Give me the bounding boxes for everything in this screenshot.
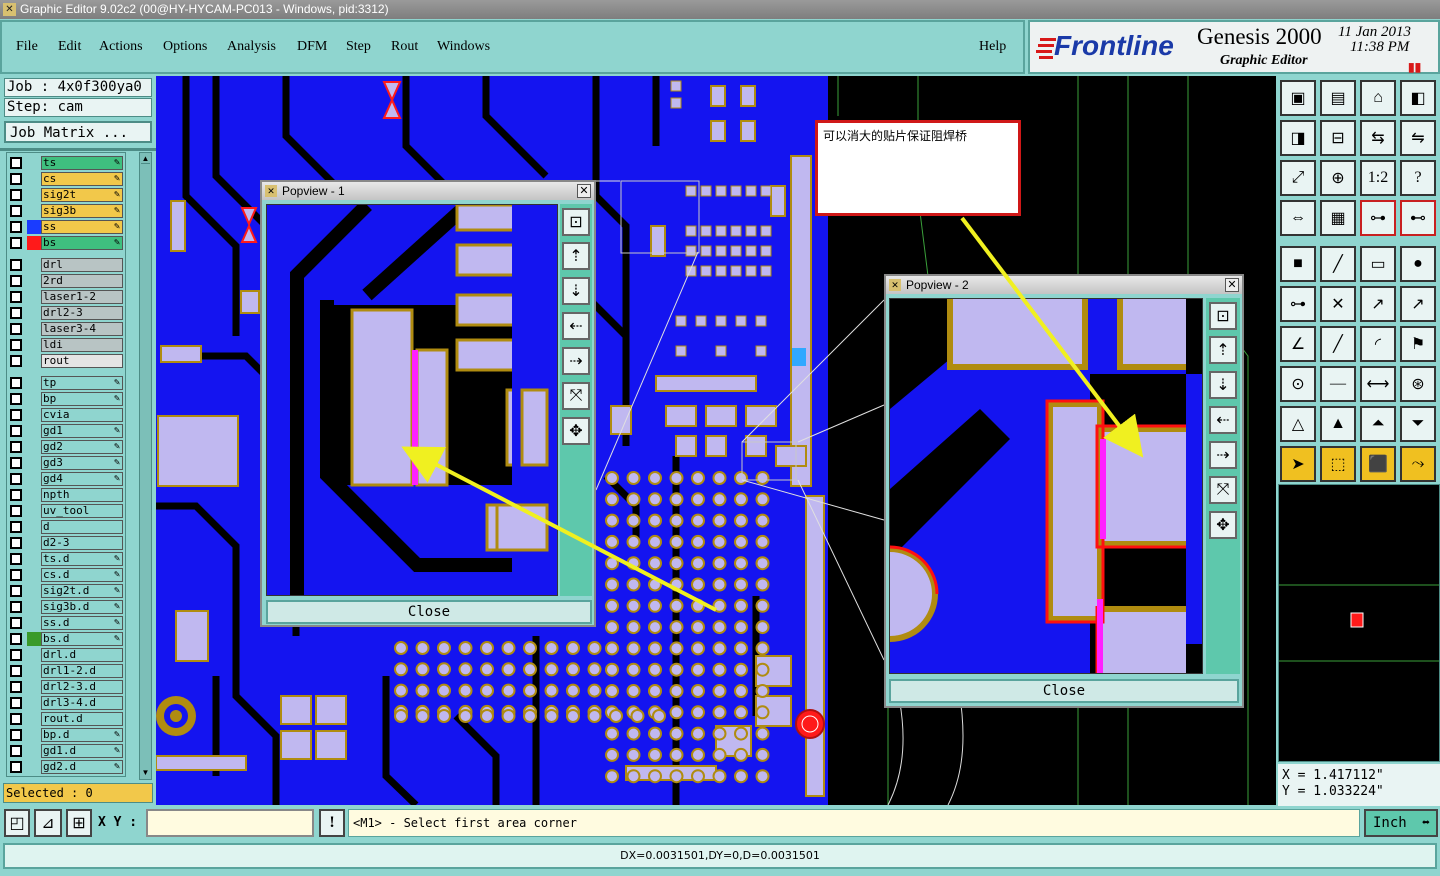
close-icon[interactable]: ✕ — [1225, 278, 1239, 292]
popview-1-titlebar[interactable]: ✕ Popview - 1 ✕ — [262, 182, 594, 200]
close-icon[interactable]: ✕ — [577, 184, 591, 198]
zoom-fit-icon[interactable]: ⊡ — [1209, 302, 1237, 330]
circle-icon[interactable]: ● — [1400, 246, 1436, 282]
pan-up-icon[interactable]: ⇡ — [562, 242, 590, 270]
tape-icon[interactable]: ▭ — [1360, 246, 1396, 282]
popview-1-toolbar: ⊡ ⇡ ⇣ ⇠ ⇢ ⤧ ✥ — [560, 204, 592, 596]
bottom-bar: ◰ ⊿ ⊞ X Y : ! <M1> - Select first area c… — [0, 806, 1440, 876]
popview-1-window: ✕ Popview - 1 ✕ ⊡ ⇡ ⇣ ⇠ ⇢ ⤧ ✥ Close — [260, 180, 596, 627]
y-coordinate: Y = 1.033224" — [1282, 784, 1384, 799]
popview-1-canvas[interactable] — [266, 204, 558, 596]
zoom-in-icon[interactable]: ✥ — [562, 417, 590, 445]
snap-icon[interactable]: ◰ — [4, 809, 30, 837]
net-icon[interactable]: ⊶ — [1360, 200, 1396, 236]
swap-icon[interactable]: ⇋ — [1400, 120, 1436, 156]
popview-2-title: Popview - 2 — [906, 278, 969, 292]
scale-icon[interactable]: 1:2 — [1360, 160, 1396, 196]
right-icon[interactable]: ⊟ — [1320, 120, 1356, 156]
flag-icon[interactable]: ⚑ — [1400, 326, 1436, 362]
zoom-out-icon[interactable]: ⤧ — [562, 382, 590, 410]
center-icon[interactable]: ⊕ — [1320, 160, 1356, 196]
zoom-fit-icon[interactable]: ⊡ — [562, 208, 590, 236]
popview-1-title: Popview - 1 — [282, 184, 345, 198]
tri2-icon[interactable]: ▲ — [1320, 406, 1356, 442]
pan-right-icon[interactable]: ⇢ — [1209, 441, 1237, 469]
arrow-icon[interactable]: ↗ — [1360, 286, 1396, 322]
group-icon[interactable]: ⊛ — [1400, 366, 1436, 402]
status-line: DX=0.0031501,DY=0,D=0.0031501 — [3, 843, 1437, 869]
left-icon[interactable]: ◨ — [1280, 120, 1316, 156]
pointer-icon[interactable]: ➤ — [1280, 446, 1316, 482]
select2-icon[interactable]: ⬛ — [1360, 446, 1396, 482]
top-icon[interactable]: ▣ — [1280, 80, 1316, 116]
window-icon: ✕ — [265, 185, 277, 197]
angle-icon[interactable]: ∠ — [1280, 326, 1316, 362]
point-icon[interactable]: ⊙ — [1280, 366, 1316, 402]
popview-2-artwork — [890, 299, 1202, 673]
mirror-icon[interactable]: ⇆ — [1360, 120, 1396, 156]
popview-2-window: ✕ Popview - 2 ✕ ⊡ ⇡ ⇣ ⇠ ⇢ ⤧ ✥ Close — [884, 274, 1244, 708]
pan-up-icon[interactable]: ⇡ — [1209, 336, 1237, 364]
xy-label: X Y : — [98, 815, 138, 830]
help-icon[interactable]: ? — [1400, 160, 1436, 196]
units-dropdown[interactable]: Inch ⬌ — [1364, 809, 1438, 837]
pan-right-icon[interactable]: ⇢ — [562, 347, 590, 375]
dim-icon[interactable]: ⟷ — [1360, 366, 1396, 402]
dropdown-arrow-icon: ⬌ — [1421, 815, 1430, 831]
pan-down-icon[interactable]: ⇣ — [1209, 371, 1237, 399]
zoom-out-icon[interactable]: ⤧ — [1209, 476, 1237, 504]
popview-1-close-button[interactable]: Close — [266, 600, 592, 624]
cross-icon[interactable]: ✕ — [1320, 286, 1356, 322]
annotation-text: 可以消大的贴片保证阻焊桥 — [823, 129, 968, 143]
route-icon[interactable]: ⤳ — [1400, 446, 1436, 482]
arrow2-icon[interactable]: ↗ — [1400, 286, 1436, 322]
fit-icon[interactable]: ⤢ — [1280, 160, 1316, 196]
overview-artwork — [1279, 584, 1439, 662]
pan-down-icon[interactable]: ⇣ — [562, 277, 590, 305]
dash-icon[interactable]: — — [1320, 366, 1356, 402]
popview-2-titlebar[interactable]: ✕ Popview - 2 ✕ — [886, 276, 1242, 294]
xy-input[interactable] — [146, 809, 314, 837]
net2-icon[interactable]: ⊷ — [1400, 200, 1436, 236]
home-icon[interactable]: ⌂ — [1360, 80, 1396, 116]
overview-map[interactable] — [1278, 484, 1440, 762]
panel-icon[interactable]: ◧ — [1400, 80, 1436, 116]
grid-icon[interactable]: ▦ — [1320, 200, 1356, 236]
link-icon[interactable]: ⊶ — [1280, 286, 1316, 322]
arc-icon[interactable]: ◜ — [1360, 326, 1396, 362]
pan-left-icon[interactable]: ⇠ — [1209, 406, 1237, 434]
popview-2-canvas[interactable] — [889, 298, 1203, 674]
tri3-icon[interactable]: ⏶ — [1360, 406, 1396, 442]
annotation-note: 可以消大的贴片保证阻焊桥 — [815, 120, 1021, 216]
zoom-in-icon[interactable]: ✥ — [1209, 511, 1237, 539]
diag-icon[interactable]: ╱ — [1320, 326, 1356, 362]
select-icon[interactable]: ⬚ — [1320, 446, 1356, 482]
coordinate-readout: X = 1.417112" Y = 1.033224" — [1278, 764, 1440, 806]
grid-icon[interactable]: ⊞ — [66, 809, 92, 837]
popview-2-toolbar: ⊡ ⇡ ⇣ ⇠ ⇢ ⤧ ✥ — [1206, 298, 1240, 674]
line-icon[interactable]: ╱ — [1320, 246, 1356, 282]
window-icon: ✕ — [889, 279, 901, 291]
bottom-icon[interactable]: ▤ — [1320, 80, 1356, 116]
popview-2-close-button[interactable]: Close — [889, 679, 1239, 703]
pan-left-icon[interactable]: ⇠ — [562, 312, 590, 340]
measure-icon[interactable]: ⊿ — [34, 809, 62, 837]
tri4-icon[interactable]: ⏷ — [1400, 406, 1436, 442]
tri-icon[interactable]: △ — [1280, 406, 1316, 442]
x-coordinate: X = 1.417112" — [1282, 768, 1384, 783]
alert-icon[interactable]: ! — [319, 809, 345, 837]
ruler-icon[interactable]: ⇔ — [1280, 200, 1316, 236]
pad-icon[interactable]: ■ — [1280, 246, 1316, 282]
prompt-field: <M1> - Select first area corner — [348, 809, 1360, 837]
popview-1-artwork — [290, 205, 557, 595]
